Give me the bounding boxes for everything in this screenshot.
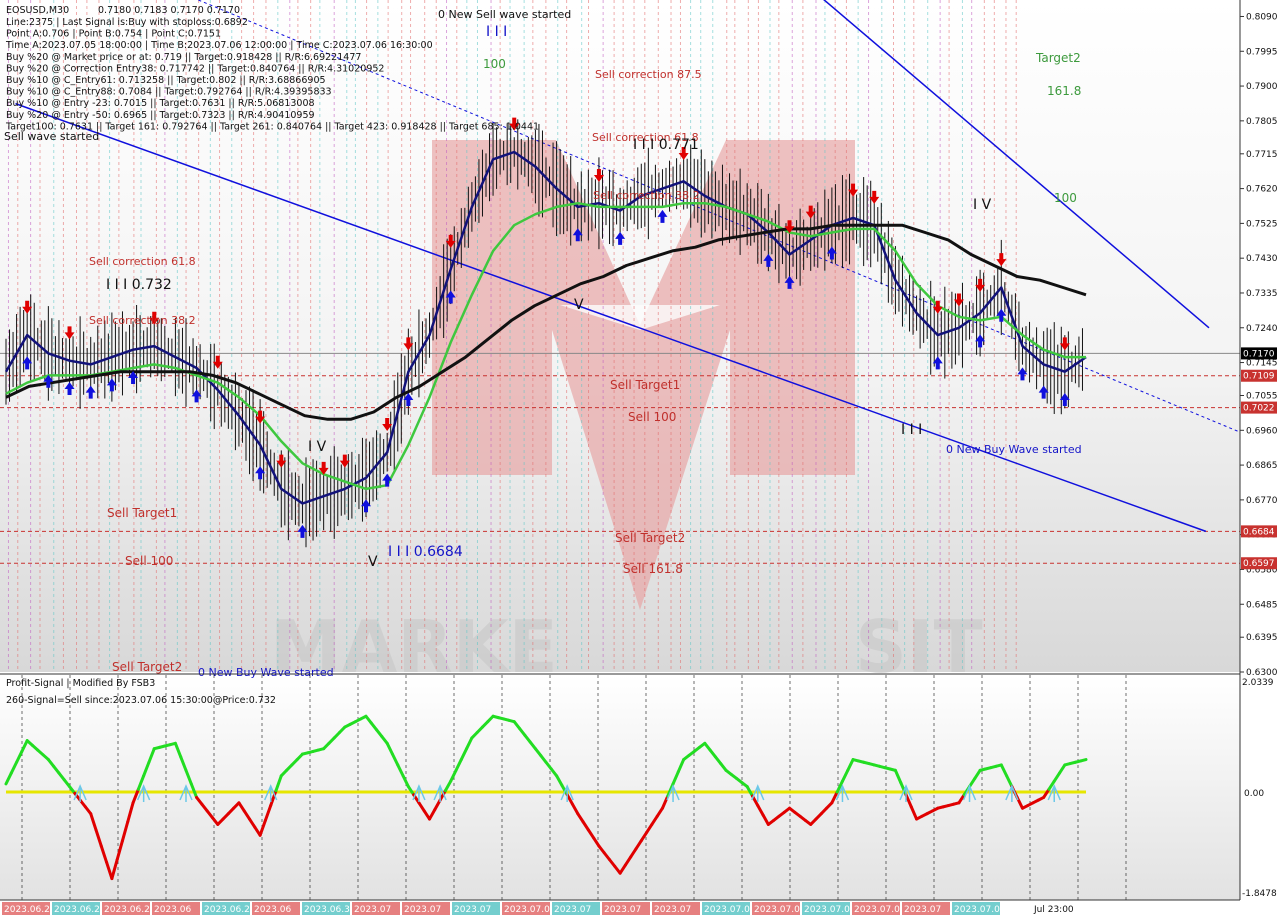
price-tick-label: 0.7335 [1246,289,1278,299]
indicator-title: Profit-Signal | Modified By FSB3 [6,678,155,689]
price-axis-bg [1240,0,1280,920]
wave-top-label: I I I [486,24,507,40]
trading-chart-window: MARKE SIT EOSUSD,M30 0.7180 0.7183 0.717… [0,0,1280,920]
price-tick-label: 0.7430 [1246,254,1278,264]
wave-v-left-label: V [368,554,378,570]
time-label: 2023.07.0 [804,905,850,915]
time-label: 2023.06.2 [4,905,50,915]
time-label: 2023.07 [404,905,441,915]
target-100-label: 100 [1054,191,1077,205]
sell-correction-875-label: Sell correction 87.5 [595,68,702,81]
price-tick-label: 0.6485 [1246,600,1278,610]
info-line: Buy %20 @ Entry -50: 0.6965 || Target:0.… [6,110,315,121]
sell-target1-left-label: Sell Target1 [107,506,177,520]
price-tick-label: 0.7620 [1246,185,1278,195]
watermark-text-2: SIT [855,605,983,689]
time-label: 2023.06.2 [204,905,250,915]
wave-iii-right-label: I I I [901,422,922,438]
price-tick-label: 0.7900 [1246,82,1278,92]
time-label: 2023.07 [554,905,591,915]
time-label: 2023.07.03 [504,905,556,915]
price-tag: 0.7170 [1243,349,1275,359]
sell-1618-mid-label: Sell 161.8 [623,562,683,576]
price-tick-label: 0.7240 [1246,324,1278,334]
price-tag: 0.7109 [1243,372,1275,382]
price-tick-label: 0.7145 [1246,359,1278,369]
time-label: 2023.07.05 [754,905,806,915]
sell-100-mid-label: Sell 100 [628,410,676,424]
target2-label: Target2 [1035,51,1081,65]
time-label: 2023.06 [154,905,191,915]
price-tag: 0.7022 [1243,404,1275,414]
time-label: 2023.07 [904,905,941,915]
oscillator-segment [1079,758,1088,763]
time-label: 2023.07 [354,905,391,915]
sell-100-left-label: Sell 100 [125,554,173,568]
indicator-axis-bottom: -1.8478 [1242,889,1277,899]
sell-wave-left-label: Sell wave started [4,130,99,143]
sell-target1-mid-label: Sell Target1 [610,378,680,392]
info-line: Buy %20 @ Correction Entry38: 0.717742 |… [6,63,384,74]
sell-correction-618-left-label: Sell correction 61.8 [89,255,196,268]
price-tick-label: 0.7805 [1246,117,1278,127]
time-axis: 2023.06.2 2023.06.2 2023.06.27 17:002023.0… [2,902,1074,915]
chart-symbol: EOSUSD,M30 [6,5,69,16]
time-label: 2023.06.3 [304,905,350,915]
price-tag: 0.6597 [1243,559,1275,569]
time-label: 2023.07 [604,905,641,915]
buy-wave-left-label: 0 New Buy Wave started [198,666,334,679]
sell-wave-top-label: 0 New Sell wave started [438,8,571,21]
info-line: Buy %10 @ Entry -23: 0.7015 || Target:0.… [6,98,315,109]
price-tick-label: 0.6770 [1246,496,1278,506]
price-tick-label: 0.6960 [1246,426,1278,436]
info-line: Buy %20 @ Market price or at: 0.719 || T… [6,52,361,63]
label-100-top: 100 [483,57,506,71]
chart-canvas: MARKE SIT EOSUSD,M30 0.7180 0.7183 0.717… [0,0,1280,920]
indicator-signal: 260-Signal=Sell since:2023.07.06 15:30:0… [6,695,276,706]
buy-wave-right-label: 0 New Buy Wave started [946,443,1082,456]
sell-target2-left-label: Sell Target2 [112,660,182,674]
indicator-axis-zero: 0.00 [1244,789,1264,799]
price-tick-label: 0.6395 [1246,633,1278,643]
time-label: Jul 23:00 [1033,905,1074,915]
price-tick-label: 0.6300 [1246,668,1278,678]
sell-correction-382-left-label: Sell correction 38.2 [89,314,196,327]
wave-iv-left-label: I V [308,439,327,455]
info-line: Buy %10 @ C_Entry61: 0.713258 || Target:… [6,75,326,86]
target-1618-label: 161.8 [1047,84,1081,98]
time-label: 2023.07 [454,905,491,915]
sell-target2-mid-label: Sell Target2 [615,531,685,545]
info-line: Time A:2023.07.05 18:00:00 | Time B:2023… [5,40,433,51]
price-tick-label: 0.7995 [1246,47,1278,57]
info-line: Buy %10 @ C_Entry88: 0.7084 || Target:0.… [6,87,332,98]
price-tick-label: 0.7525 [1246,219,1278,229]
time-label: 2023.07.06 15:00 [954,905,1035,915]
price-tick-label: 0.8090 [1246,12,1278,22]
price-tag: 0.6684 [1243,527,1275,537]
wave-06684-label: I I I 0.6684 [388,544,463,560]
header-ohlc: 0.7180 0.7183 0.7170 0.7170 [98,5,240,16]
price-tick-label: 0.7055 [1246,392,1278,402]
time-label: 2023.07 [654,905,691,915]
time-label: 2023.07.0 [854,905,900,915]
time-label: 2023.06 [254,905,291,915]
wave-0732-label: I I I 0.732 [106,277,172,293]
wave-iv-right-label: I V [973,197,992,213]
wave-0771-label: I I I 0.771 [633,137,699,153]
indicator-axis-top: 2.0339 [1242,678,1274,688]
info-line: Point A:0.706 | Point B:0.754 | Point C:… [6,29,221,40]
wave-v-mid-label: V [574,297,584,313]
time-label: 2023.07.04 [704,905,756,915]
info-line: Line:2375 | Last Signal is:Buy with stop… [6,17,248,28]
time-label: 2023.06.2 [54,905,100,915]
price-tick-label: 0.6865 [1246,461,1278,471]
sell-correction-small-label: Sell correction 38.2 [593,189,700,202]
price-tick-label: 0.7715 [1246,150,1278,160]
